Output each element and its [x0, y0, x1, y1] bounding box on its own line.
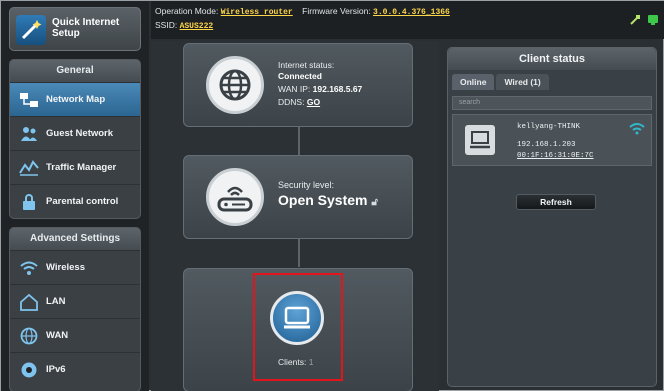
client-mac-link[interactable]: 00:1F:16:31:0E:7C — [517, 152, 594, 160]
refresh-button[interactable]: Refresh — [516, 194, 596, 210]
advanced-settings-panel: Advanced Settings Wireless LAN WAN IPv6 — [9, 227, 141, 391]
tab-wired[interactable]: Wired (1) — [496, 74, 549, 90]
network-status-icon[interactable] — [647, 13, 659, 31]
sidebar-item-label: Network Map — [46, 94, 106, 105]
sidebar-item-label: IPv6 — [46, 364, 66, 375]
wireless-icon — [18, 258, 40, 278]
usb-status-icon[interactable] — [629, 13, 641, 31]
client-status-title: Client status — [448, 48, 656, 70]
sidebar-item-label: Guest Network — [46, 128, 114, 139]
computer-icon — [465, 125, 495, 155]
sidebar-item-parental-control[interactable]: Parental control — [10, 184, 140, 218]
traffic-manager-icon — [18, 158, 40, 178]
client-search-input[interactable]: search — [452, 96, 652, 110]
sidebar-item-network-map[interactable]: Network Map — [10, 82, 140, 116]
ipv6-icon — [18, 360, 40, 380]
wan-ip-label: WAN IP: — [278, 84, 311, 94]
router-icon — [206, 168, 264, 226]
globe-icon — [18, 326, 40, 346]
unlock-icon: 🔓︎ — [371, 197, 378, 208]
sidebar-item-traffic-manager[interactable]: Traffic Manager — [10, 150, 140, 184]
security-text: Security level: Open System 🔓︎ — [278, 180, 378, 208]
wifi-signal-icon — [629, 121, 645, 140]
client-ip: 192.168.1.203 — [517, 141, 576, 149]
firmware-link[interactable]: 3.0.0.4.376_1366 — [373, 8, 450, 17]
operation-mode-label: Operation Mode: — [155, 6, 219, 16]
client-status-panel: Client status Online Wired (1) search ke… — [447, 47, 657, 387]
sidebar-item-label: WAN — [46, 330, 69, 341]
sidebar-item-guest-network[interactable]: Guest Network — [10, 116, 140, 150]
general-header: General — [10, 60, 140, 82]
sidebar-item-label: LAN — [46, 296, 66, 307]
internet-status-value: Connected — [278, 71, 322, 81]
client-list-item[interactable]: kellyang-THINK 192.168.1.203 00:1F:16:31… — [452, 114, 652, 166]
sidebar-item-label: Parental control — [46, 196, 119, 207]
general-panel: General Network Map Guest Network Traffi… — [9, 59, 141, 219]
operation-mode-line: Operation Mode: Wireless router Firmware… — [155, 6, 450, 17]
status-icons — [629, 13, 659, 31]
ddns-label: DDNS: — [278, 97, 305, 107]
sidebar-item-label: Wireless — [46, 262, 85, 273]
network-map-icon — [18, 90, 40, 110]
ssid-label: SSID: — [155, 20, 178, 30]
ssid-line: SSID: ASUS222 — [155, 20, 213, 31]
sidebar-item-wan[interactable]: WAN — [10, 318, 140, 352]
sidebar-item-lan[interactable]: LAN — [10, 284, 140, 318]
ddns-go-link[interactable]: GO — [307, 97, 320, 107]
wan-ip-value: 192.168.5.67 — [312, 84, 363, 94]
sidebar: Quick Internet Setup General Network Map… — [1, 1, 149, 391]
router-admin-window: Quick Internet Setup General Network Map… — [0, 0, 664, 391]
quick-internet-setup-button[interactable]: Quick Internet Setup — [9, 7, 141, 51]
wand-icon — [16, 15, 46, 45]
parental-control-icon — [18, 192, 40, 212]
map-connector — [298, 239, 300, 267]
operation-mode-link[interactable]: Wireless router — [221, 8, 293, 17]
map-connector — [298, 127, 300, 155]
router-security-card[interactable]: Security level: Open System 🔓︎ — [183, 155, 413, 239]
security-level-text: Open System — [278, 192, 368, 208]
client-name: kellyang-THINK — [517, 123, 581, 131]
internet-status-text: Internet status: Connected WAN IP: 192.1… — [278, 60, 362, 108]
security-level-value: Open System 🔓︎ — [278, 192, 378, 208]
internet-status-label: Internet status: — [278, 60, 335, 70]
globe-icon — [206, 56, 264, 114]
lan-icon — [18, 292, 40, 312]
quick-internet-setup-label: Quick Internet Setup — [52, 17, 120, 39]
sidebar-item-label: Traffic Manager — [46, 162, 117, 173]
clients-highlight-box — [253, 273, 343, 381]
top-bar: Operation Mode: Wireless router Firmware… — [151, 1, 664, 39]
sidebar-item-ipv6[interactable]: IPv6 — [10, 352, 140, 386]
tab-online[interactable]: Online — [452, 74, 495, 90]
internet-status-card[interactable]: Internet status: Connected WAN IP: 192.1… — [183, 43, 413, 127]
advanced-settings-header: Advanced Settings — [10, 228, 140, 250]
client-tabs: Online Wired (1) — [452, 74, 549, 90]
guest-network-icon — [18, 124, 40, 144]
security-level-label: Security level: — [278, 180, 335, 190]
sidebar-item-wireless[interactable]: Wireless — [10, 250, 140, 284]
ssid-value: ASUS222 — [179, 22, 214, 31]
firmware-label: Firmware Version: — [302, 6, 371, 16]
